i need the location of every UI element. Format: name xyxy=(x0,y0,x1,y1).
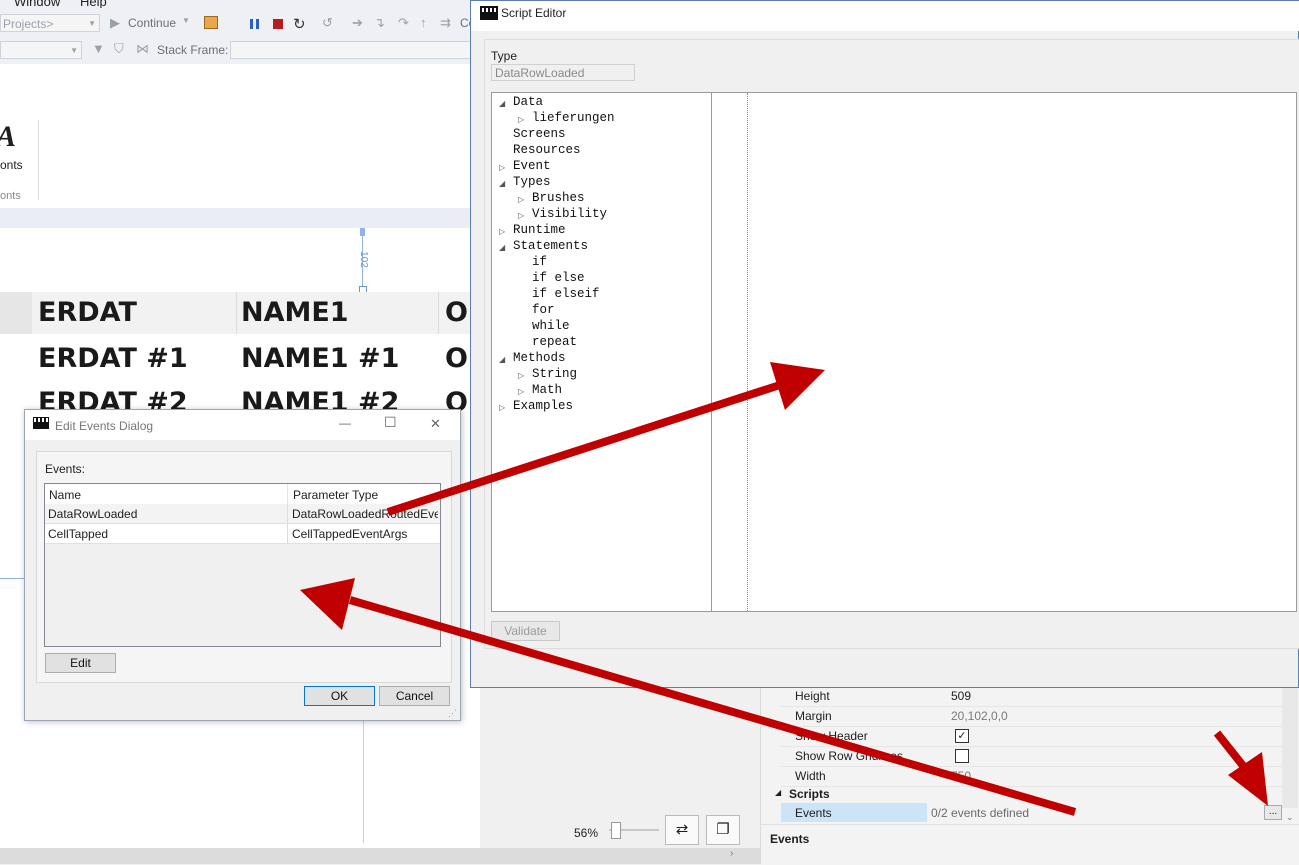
arrow-head-icon xyxy=(300,578,355,630)
arrow-to-events-list xyxy=(348,596,1077,816)
annotation-arrows xyxy=(300,362,1268,816)
arrow-head-icon xyxy=(770,362,825,410)
arrow-to-script-editor xyxy=(386,381,782,516)
